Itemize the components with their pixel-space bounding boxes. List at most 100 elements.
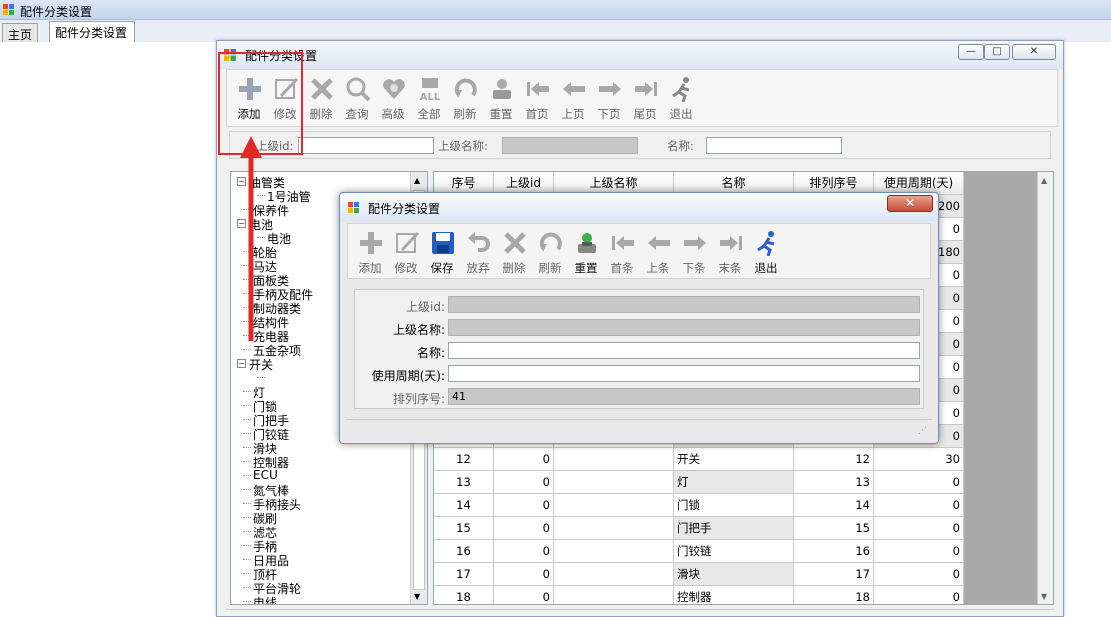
grid-cell[interactable]: 0 [494,540,554,563]
grid-cell[interactable]: 14 [794,494,874,517]
grid-cell[interactable]: 16 [794,540,874,563]
grid-cell[interactable] [554,586,674,604]
filter-bar: 上级id: 上级名称: 名称: [229,131,1051,159]
scroll-up-icon[interactable]: ▲ [414,176,420,185]
minimize-button[interactable]: — [958,44,984,60]
grid-cell[interactable]: 15 [794,517,874,540]
toolbar-button-label: 末条 [718,261,742,275]
toolbar-button-delete-x[interactable]: 删除 [496,228,532,278]
grid-scroll-up-icon[interactable]: ▲ [1041,176,1047,185]
grid-cell[interactable]: 0 [874,494,964,517]
grid-cell[interactable]: 门锁 [674,494,794,517]
grid-cell[interactable]: 0 [494,448,554,471]
toolbar-button-next-record[interactable]: 下条 [676,228,712,278]
tree-connector [243,503,251,504]
form-input[interactable] [448,365,920,382]
name-filter-input[interactable] [706,137,842,154]
tree-node[interactable]: 开关 [249,356,273,373]
grid-cell[interactable]: 0 [494,471,554,494]
grid-cell[interactable]: 15 [434,517,494,540]
grid-cell[interactable]: 0 [874,517,964,540]
close-button[interactable]: ✕ [1012,44,1056,60]
grid-cell[interactable]: 开关 [674,448,794,471]
grid-cell[interactable]: 灯 [674,471,794,494]
toolbar-button-refresh[interactable]: 刷新 [532,228,568,278]
toolbar-button-edit[interactable]: 修改 [388,228,424,278]
toolbar-button-exit-runner[interactable]: 退出 [748,228,784,278]
toolbar-button-heart-search[interactable]: 高级 [375,74,411,124]
toolbar-button-first-record[interactable]: 首条 [604,228,640,278]
toolbar-button-save-disk[interactable]: 保存 [424,228,460,278]
toolbar-button-label: 高级 [381,107,405,121]
tree-connector [243,531,251,532]
grid-cell[interactable] [554,540,674,563]
grid-cell[interactable]: 0 [494,563,554,586]
tree-node[interactable]: 电线 [253,594,277,604]
toolbar-button-magnifier[interactable]: 查询 [339,74,375,124]
toolbar-button-plus[interactable]: 添加 [352,228,388,278]
grid-cell[interactable]: 14 [434,494,494,517]
tab-home[interactable]: 主页 [2,23,38,42]
toolbar-button-all[interactable]: ALL 全部 [411,74,447,124]
grid-cell[interactable]: 控制器 [674,586,794,604]
form-label: 名称: [416,346,445,360]
grid-cell[interactable]: 0 [874,563,964,586]
toolbar-button-next-page[interactable]: 下页 [591,74,627,124]
grid-cell[interactable]: 30 [874,448,964,471]
grid-cell[interactable] [554,448,674,471]
toolbar-button-reset[interactable]: 重置 [483,74,519,124]
tab-parts-category[interactable]: 配件分类设置 [49,21,135,42]
toolbar-button-prev-page[interactable]: 上页 [555,74,591,124]
grid-cell[interactable] [554,563,674,586]
grid-cell[interactable]: 0 [494,494,554,517]
grid-cell[interactable]: 0 [874,586,964,604]
dialog-close-button[interactable]: ✕ [887,195,933,212]
grid-cell[interactable]: 13 [794,471,874,494]
maximize-button[interactable]: □ [984,44,1010,60]
grid-cell[interactable]: 13 [434,471,494,494]
grid-scrollbar[interactable]: ▲ ▼ [1037,172,1053,604]
grid-cell[interactable]: 18 [434,586,494,604]
tree-connector [243,447,251,448]
toolbar-button-refresh[interactable]: 刷新 [447,74,483,124]
grid-cell[interactable]: 0 [494,586,554,604]
grid-cell[interactable]: 17 [434,563,494,586]
toolbar-button-first-page[interactable]: 首页 [519,74,555,124]
scroll-down-icon[interactable]: ▼ [414,592,420,601]
tree-connector [243,349,251,350]
form-input[interactable] [448,342,920,359]
grid-cell[interactable]: 0 [874,471,964,494]
grid-cell[interactable]: 17 [794,563,874,586]
tree-node[interactable]: ECU [253,468,278,482]
parent-name-filter-input[interactable] [502,137,638,154]
form-input[interactable] [448,319,920,336]
grid-cell[interactable]: 18 [794,586,874,604]
grid-cell[interactable] [554,471,674,494]
grid-cell[interactable]: 12 [794,448,874,471]
toolbar-button-last-page[interactable]: 尾页 [627,74,663,124]
grid-cell[interactable] [554,517,674,540]
grid-cell[interactable]: 门铰链 [674,540,794,563]
grid-cell[interactable]: 0 [494,517,554,540]
tab-strip: 主页 配件分类设置 [0,20,1111,42]
grid-cell[interactable]: 16 [434,540,494,563]
toolbar-button-last-record[interactable]: 末条 [712,228,748,278]
tree-collapse-icon[interactable]: − [237,359,246,368]
parent-id-filter-input[interactable] [298,137,434,154]
grid-cell[interactable]: 滑块 [674,563,794,586]
grid-scroll-down-icon[interactable]: ▼ [1041,592,1047,601]
grid-cell[interactable]: 门把手 [674,517,794,540]
toolbar-button-prev-record[interactable]: 上条 [640,228,676,278]
grid-cell[interactable]: 12 [434,448,494,471]
toolbar-button-exit-runner[interactable]: 退出 [663,74,699,124]
toolbar-button-undo[interactable]: 放弃 [460,228,496,278]
grid-cell[interactable] [554,494,674,517]
toolbar-button-delete-x[interactable]: 删除 [303,74,339,124]
resize-grip-icon[interactable]: ⋰ [918,426,927,436]
tree-connector [243,517,251,518]
form-input[interactable] [448,296,920,313]
toolbar-button-reset[interactable]: 重置 [568,228,604,278]
toolbar-button-label: 上页 [561,107,585,121]
form-input[interactable]: 41 [448,388,920,405]
grid-cell[interactable]: 0 [874,540,964,563]
